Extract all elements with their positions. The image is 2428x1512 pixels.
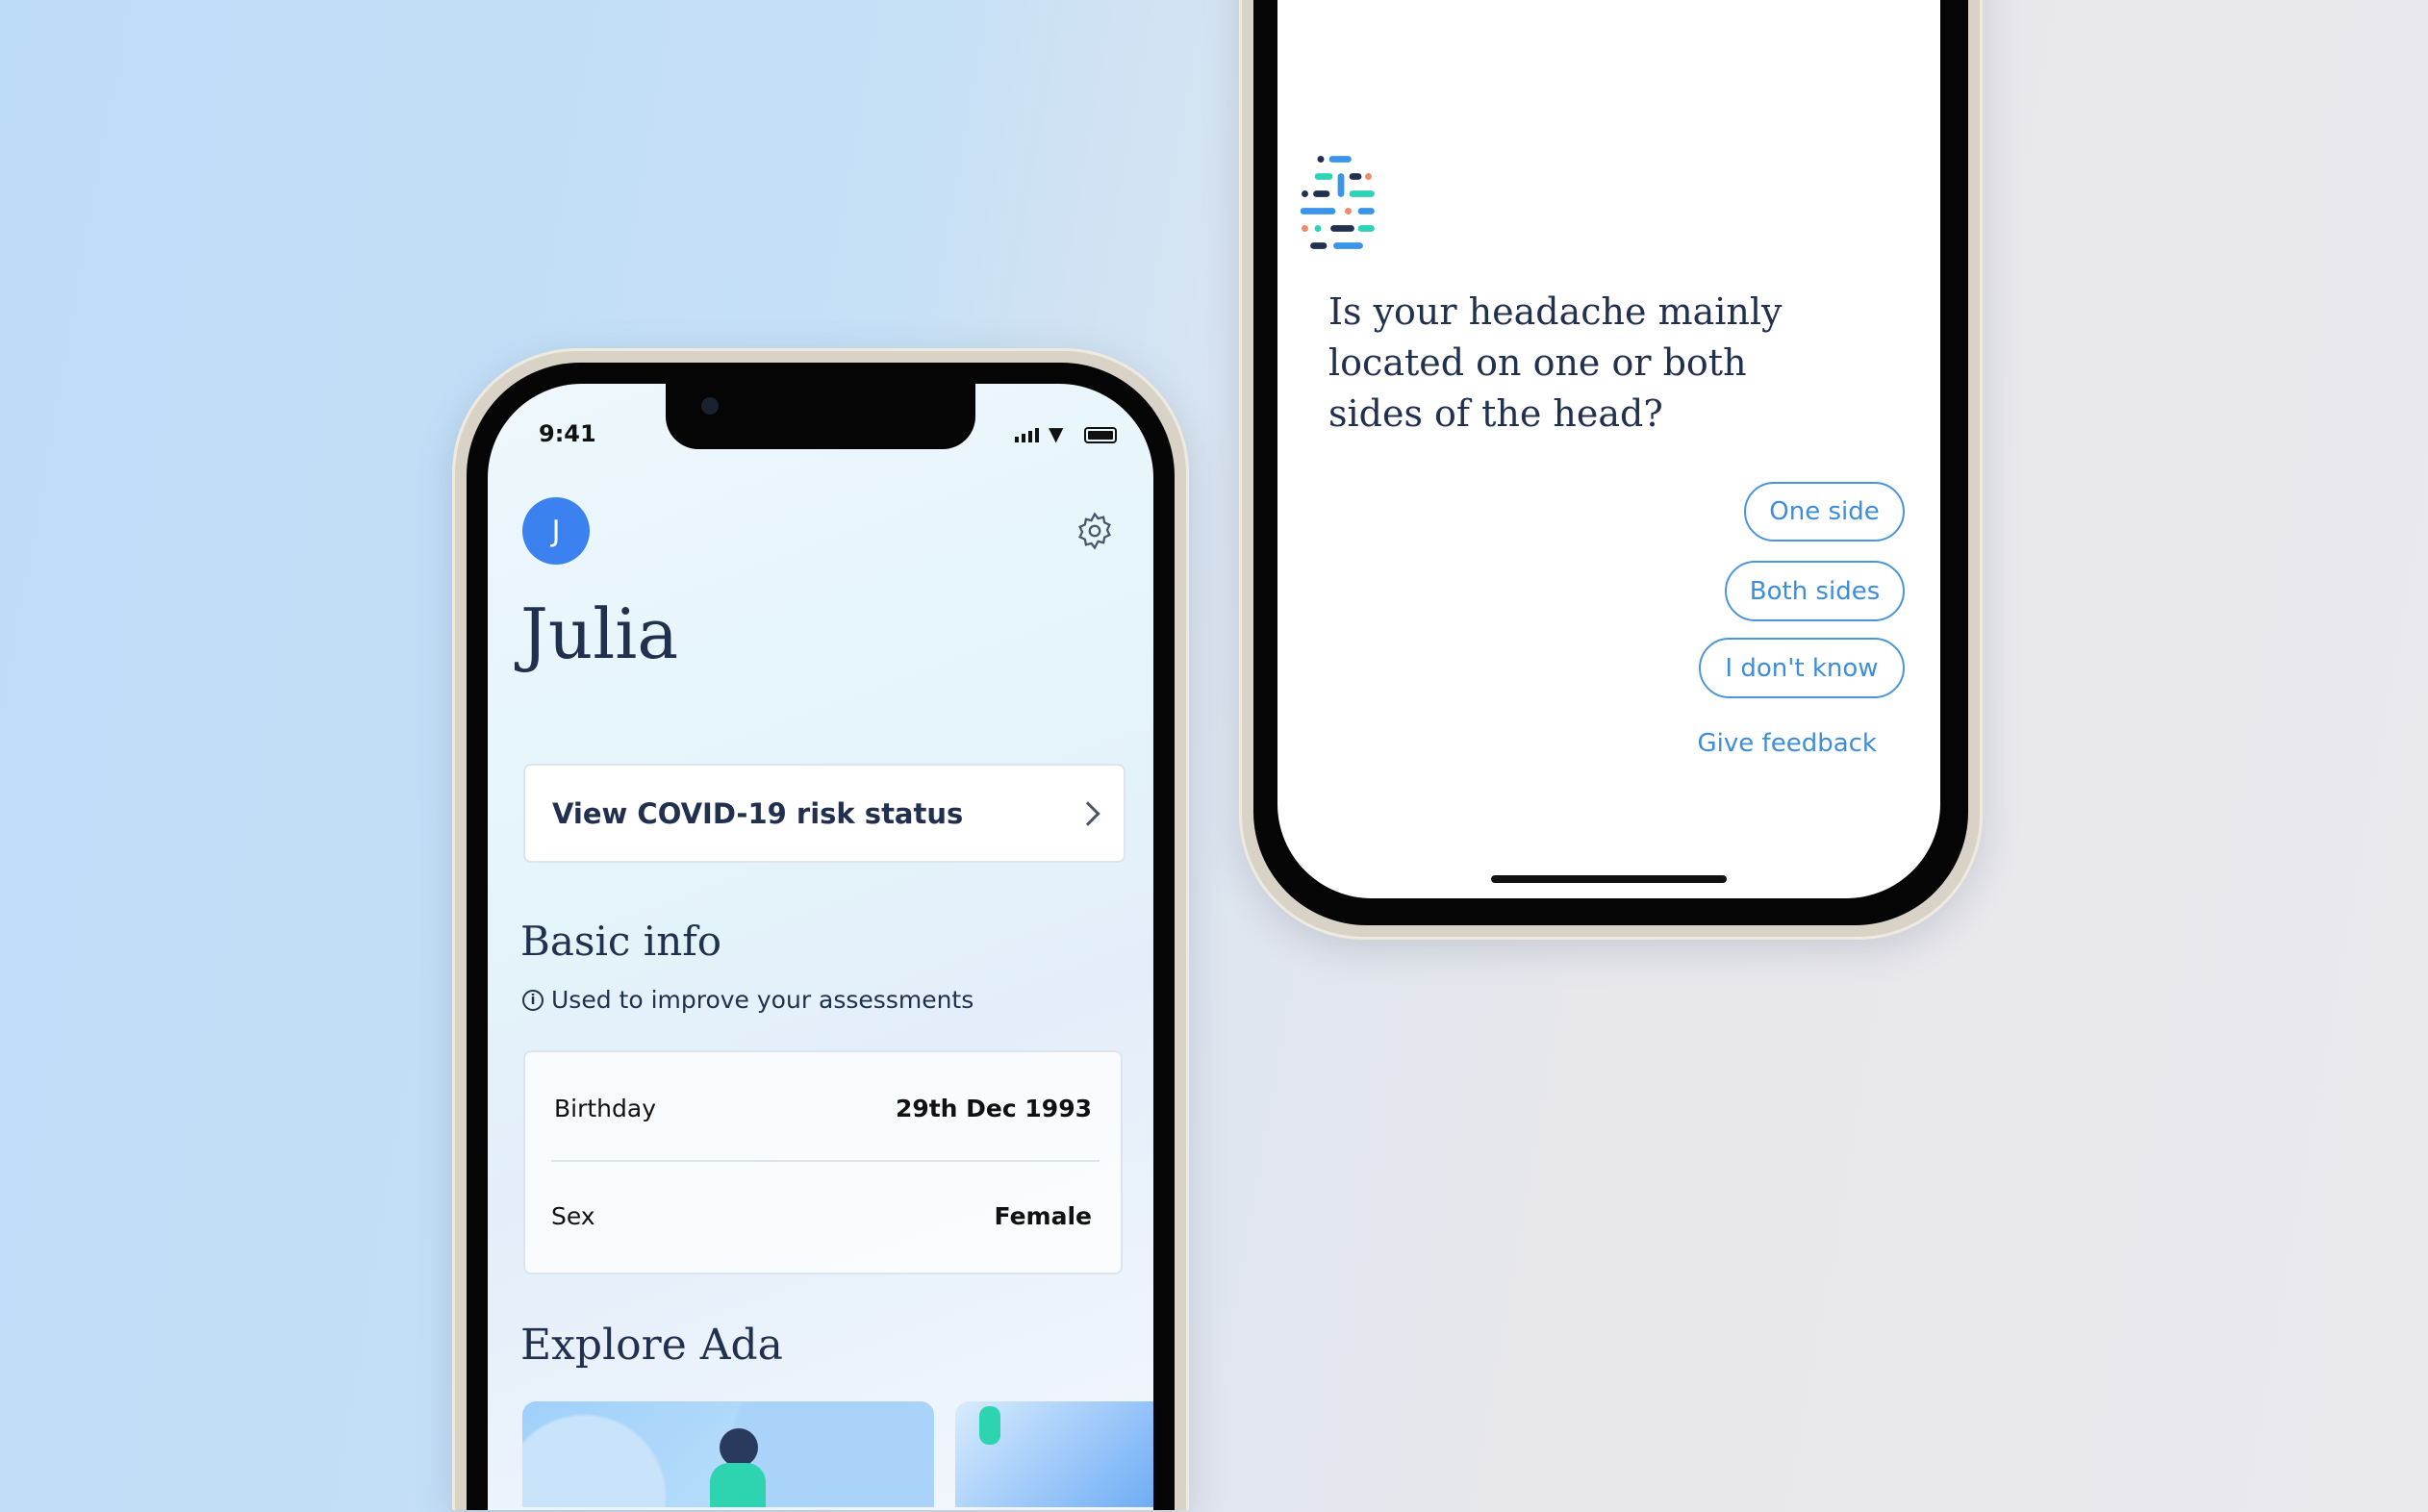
sex-row[interactable]: Sex Female	[551, 1187, 1092, 1245]
covid-risk-label: View COVID-19 risk status	[552, 796, 964, 830]
status-time: 9:41	[539, 420, 596, 447]
profile-name: Julia	[520, 593, 679, 674]
home-indicator[interactable]	[1491, 875, 1727, 883]
answer-one-side-button[interactable]: One side	[1744, 482, 1905, 542]
avatar[interactable]: J	[522, 497, 590, 565]
front-camera	[701, 397, 719, 415]
basic-info-title: Basic info	[520, 918, 722, 965]
explore-card-illustration-2[interactable]	[955, 1401, 1153, 1507]
answer-dont-know-button[interactable]: I don't know	[1699, 638, 1905, 698]
ada-logo-icon	[1301, 156, 1375, 249]
plant-illustration	[979, 1406, 1000, 1445]
notch	[666, 384, 975, 449]
wifi-icon: ▼	[1049, 422, 1064, 445]
explore-title: Explore Ada	[520, 1321, 783, 1370]
birthday-row[interactable]: Birthday 29th Dec 1993	[554, 1079, 1092, 1137]
person-illustration	[720, 1428, 758, 1467]
chevron-right-icon	[1075, 800, 1100, 826]
basic-info-subtitle: i Used to improve your assessments	[522, 986, 974, 1014]
covid-risk-card[interactable]: View COVID-19 risk status	[523, 764, 1125, 863]
row-divider	[551, 1160, 1100, 1162]
basic-info-card: Birthday 29th Dec 1993 Sex Female	[523, 1050, 1123, 1274]
info-icon: i	[522, 989, 544, 1011]
question-text: Is your headache mainly located on one o…	[1328, 290, 1783, 435]
gear-icon[interactable]	[1075, 511, 1115, 551]
signal-icon	[1015, 428, 1039, 442]
give-feedback-link[interactable]: Give feedback	[1698, 729, 1877, 758]
right-phone-screen: Is your headache mainly located on one o…	[1277, 0, 1940, 898]
battery-icon	[1084, 427, 1117, 443]
left-phone-screen: 9:41 ▼ J Julia View COVID-19 risk status…	[488, 384, 1153, 1510]
explore-card-illustration[interactable]	[522, 1401, 934, 1507]
answer-both-sides-button[interactable]: Both sides	[1725, 561, 1905, 621]
